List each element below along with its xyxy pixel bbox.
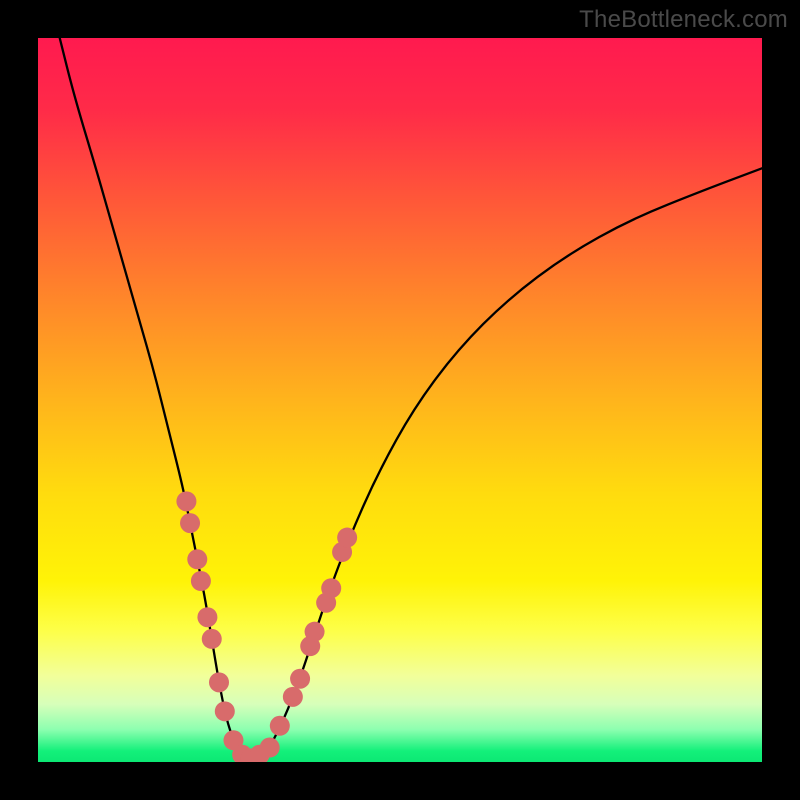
marker-dot [191,571,211,591]
marker-dot [290,669,310,689]
watermark-text: TheBottleneck.com [579,6,788,34]
marker-dot [187,549,207,569]
bottleneck-curve [60,38,762,758]
chart-frame: TheBottleneck.com [0,0,800,800]
marker-dot [305,622,325,642]
marker-dot [321,578,341,598]
marker-dot [176,491,196,511]
plot-area [38,38,762,762]
marker-dot [260,738,280,758]
marker-dot [202,629,222,649]
marker-dot [337,528,357,548]
marker-dot [209,672,229,692]
highlight-dots [176,491,357,762]
marker-dot [215,701,235,721]
marker-dot [270,716,290,736]
curve-layer [38,38,762,762]
marker-dot [197,607,217,627]
marker-dot [180,513,200,533]
marker-dot [283,687,303,707]
